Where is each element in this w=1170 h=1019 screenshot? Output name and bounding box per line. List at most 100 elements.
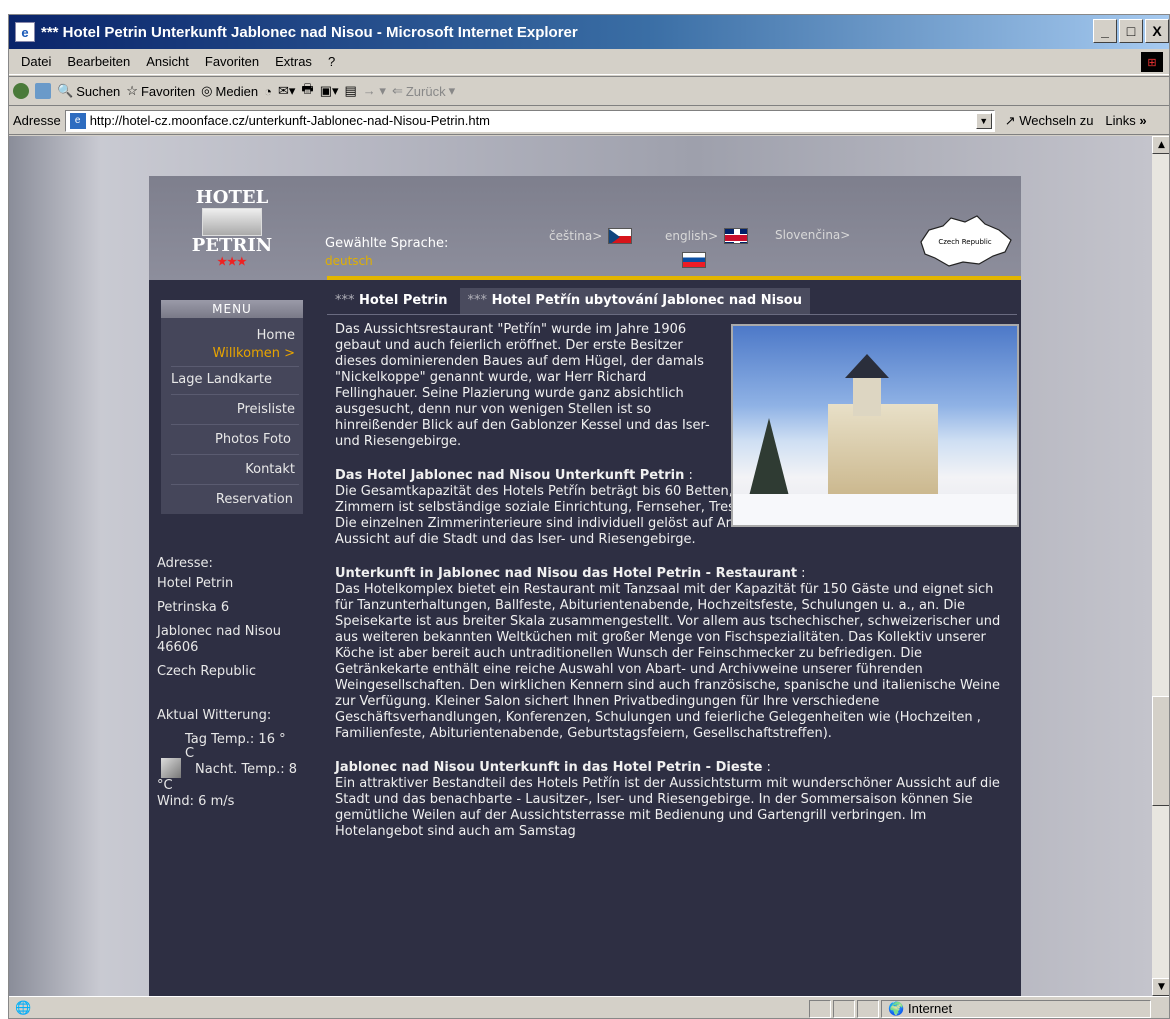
home-icon[interactable] (35, 83, 51, 99)
lang-english-link[interactable]: english> (665, 228, 749, 244)
menu-file[interactable]: Datei (13, 54, 59, 69)
edit-icon: ▣▾ (319, 83, 339, 98)
main-content: Das Aussichtsrestaurant "Petřín" wurde i… (335, 322, 1019, 840)
edit-button[interactable]: ▣▾ (320, 83, 339, 99)
section-title-restaurant: Unterkunft in Jablonec nad Nisou das Hot… (335, 566, 806, 581)
links-button[interactable]: Links » (1105, 113, 1146, 128)
window-controls: _ □ X (1093, 19, 1169, 43)
status-page-icon: 🌐 (15, 1000, 32, 1015)
menu-tools[interactable]: Extras (267, 54, 320, 69)
hotel-logo[interactable]: HOTEL PETRIN ★★★ (191, 188, 273, 274)
close-button[interactable]: X (1145, 19, 1169, 43)
sidebar-item-photos[interactable]: Photos Foto (215, 432, 291, 447)
tab-underline (327, 314, 1017, 315)
search-button[interactable]: 🔍 Suchen (57, 83, 120, 99)
address-zip: 46606 (157, 640, 199, 655)
menu-divider (171, 424, 299, 425)
url-text: http://hotel-cz.moonface.cz/unterkunft-J… (89, 113, 491, 128)
sidebar-menu: Home Willkomen > Lage Landkarte Preislis… (161, 318, 303, 514)
weather-night-temp: Nacht. Temp.: 8 (195, 762, 298, 777)
address-dropdown-icon[interactable]: ▼ (975, 112, 992, 129)
favorites-button[interactable]: ☆ Favoriten (126, 83, 195, 99)
selected-language-value: deutsch (325, 254, 373, 268)
scroll-down-icon[interactable]: ▼ (1152, 978, 1169, 996)
zuruck-button[interactable]: ⇐ Zurück ▾ (392, 83, 455, 99)
czech-flag-icon (608, 228, 633, 244)
page-viewport[interactable]: HOTEL PETRIN ★★★ Gewählte Sprache: deuts… (9, 136, 1152, 996)
mail-button[interactable]: ✉▾ (278, 83, 295, 99)
address-input[interactable]: e http://hotel-cz.moonface.cz/unterkunft… (64, 109, 995, 132)
menu-divider (171, 454, 299, 455)
browser-window: e *** Hotel Petrin Unterkunft Jablonec n… (8, 14, 1170, 1019)
maximize-button[interactable]: □ (1119, 19, 1143, 43)
weather-wind: Wind: 6 m/s (157, 794, 235, 809)
page-header: HOTEL PETRIN ★★★ Gewählte Sprache: deuts… (149, 176, 1021, 280)
section-text-dieste: Ein attraktiver Bestandteil des Hotels P… (335, 776, 1000, 839)
menu-favorites[interactable]: Favoriten (197, 54, 267, 69)
tab-hotel-petrin[interactable]: *** Hotel Petrin (327, 288, 456, 314)
minimize-button[interactable]: _ (1093, 19, 1117, 43)
status-segment (809, 1000, 831, 1018)
weather-day-unit: C (185, 746, 195, 761)
history-button[interactable]: ◔ (264, 84, 272, 99)
chevron-down-icon: ▾ (448, 83, 456, 98)
print-icon: 🖶 (301, 81, 314, 96)
lang-czech-link[interactable]: čeština> (549, 228, 633, 244)
address-label: Adresse (13, 113, 61, 128)
menu-view[interactable]: Ansicht (138, 54, 197, 69)
scroll-thumb[interactable] (1152, 696, 1169, 806)
menu-bar: Datei Bearbeiten Ansicht Favoriten Extra… (9, 49, 1169, 75)
tab-hotel-ubytovani[interactable]: *** Hotel Petřín ubytování Jablonec nad … (459, 288, 810, 314)
title-bar: e *** Hotel Petrin Unterkunft Jablonec n… (9, 15, 1169, 49)
discuss-button[interactable]: ▤ (345, 83, 357, 99)
address-bar: Adresse e http://hotel-cz.moonface.cz/un… (9, 107, 1169, 135)
status-segment (857, 1000, 879, 1018)
section-title-dieste: Jablonec nad Nisou Unterkunft in das Hot… (335, 760, 771, 775)
slovak-flag-icon[interactable] (682, 252, 706, 268)
status-bar: 🌐 🌍 Internet (9, 996, 1169, 1018)
czech-map-icon[interactable]: Czech Republic (915, 212, 1015, 270)
vertical-scrollbar[interactable]: ▲ ▼ (1152, 136, 1169, 996)
sidebar-item-reservation[interactable]: Reservation (216, 492, 293, 507)
forward-icon: → ▾ (362, 83, 386, 98)
sidebar-item-preisliste[interactable]: Preisliste (237, 402, 295, 417)
discuss-icon: ▤ (344, 83, 357, 98)
go-button[interactable]: ↗ Wechseln zu (1005, 113, 1094, 129)
internet-globe-icon: 🌍 (888, 1001, 905, 1016)
logo-building-image (202, 208, 262, 236)
history-icon: ◔ (264, 83, 272, 99)
address-hotel-name: Hotel Petrin (157, 576, 234, 591)
toolbar: 🔍 Suchen ☆ Favoriten ◎ Medien ◔ ✉▾ 🖶 ▣▾ … (9, 76, 1169, 106)
content-tabs: *** Hotel Petrin *** Hotel Petřín ubytov… (327, 288, 810, 314)
header-divider (327, 276, 1021, 280)
sidebar-item-kontakt[interactable]: Kontakt (245, 462, 295, 477)
arrow-left-icon: ⇐ (391, 83, 403, 98)
sidebar-item-lage-landkarte[interactable]: Lage Landkarte (171, 372, 272, 387)
menu-help[interactable]: ? (320, 54, 343, 69)
uk-flag-icon (724, 228, 749, 244)
search-icon: 🔍 (57, 83, 74, 98)
scroll-up-icon[interactable]: ▲ (1152, 136, 1169, 154)
lang-slovak-link[interactable]: Slovenčina> (775, 228, 850, 242)
sidebar-item-home[interactable]: Home (257, 328, 295, 343)
menu-divider (171, 366, 299, 367)
weather-heading: Aktual Witterung: (157, 708, 272, 723)
back-icon[interactable] (13, 83, 29, 99)
windows-logo-icon: ⊞ (1141, 52, 1163, 72)
address-street: Petrinska 6 (157, 600, 230, 615)
media-icon: ◎ (201, 83, 213, 98)
sidebar-item-willkomen[interactable]: Willkomen > (213, 346, 295, 361)
section-title-unterkunft: Das Hotel Jablonec nad Nisou Unterkunft … (335, 468, 693, 483)
print-button[interactable]: 🖶 (301, 80, 313, 102)
ie-page-icon: e (15, 22, 35, 42)
hotel-page: HOTEL PETRIN ★★★ Gewählte Sprache: deuts… (149, 176, 1021, 996)
mail-icon: ✉▾ (277, 83, 296, 98)
photo-tree (747, 418, 791, 504)
forward-button[interactable]: → ▾ (363, 83, 386, 99)
photo-building (828, 404, 938, 502)
menu-heading: MENU (161, 300, 303, 318)
section-text-restaurant: Das Hotelkomplex bietet ein Restaurant m… (335, 582, 1001, 741)
menu-divider (171, 484, 299, 485)
media-button[interactable]: ◎ Medien (201, 83, 258, 99)
menu-edit[interactable]: Bearbeiten (59, 54, 138, 69)
